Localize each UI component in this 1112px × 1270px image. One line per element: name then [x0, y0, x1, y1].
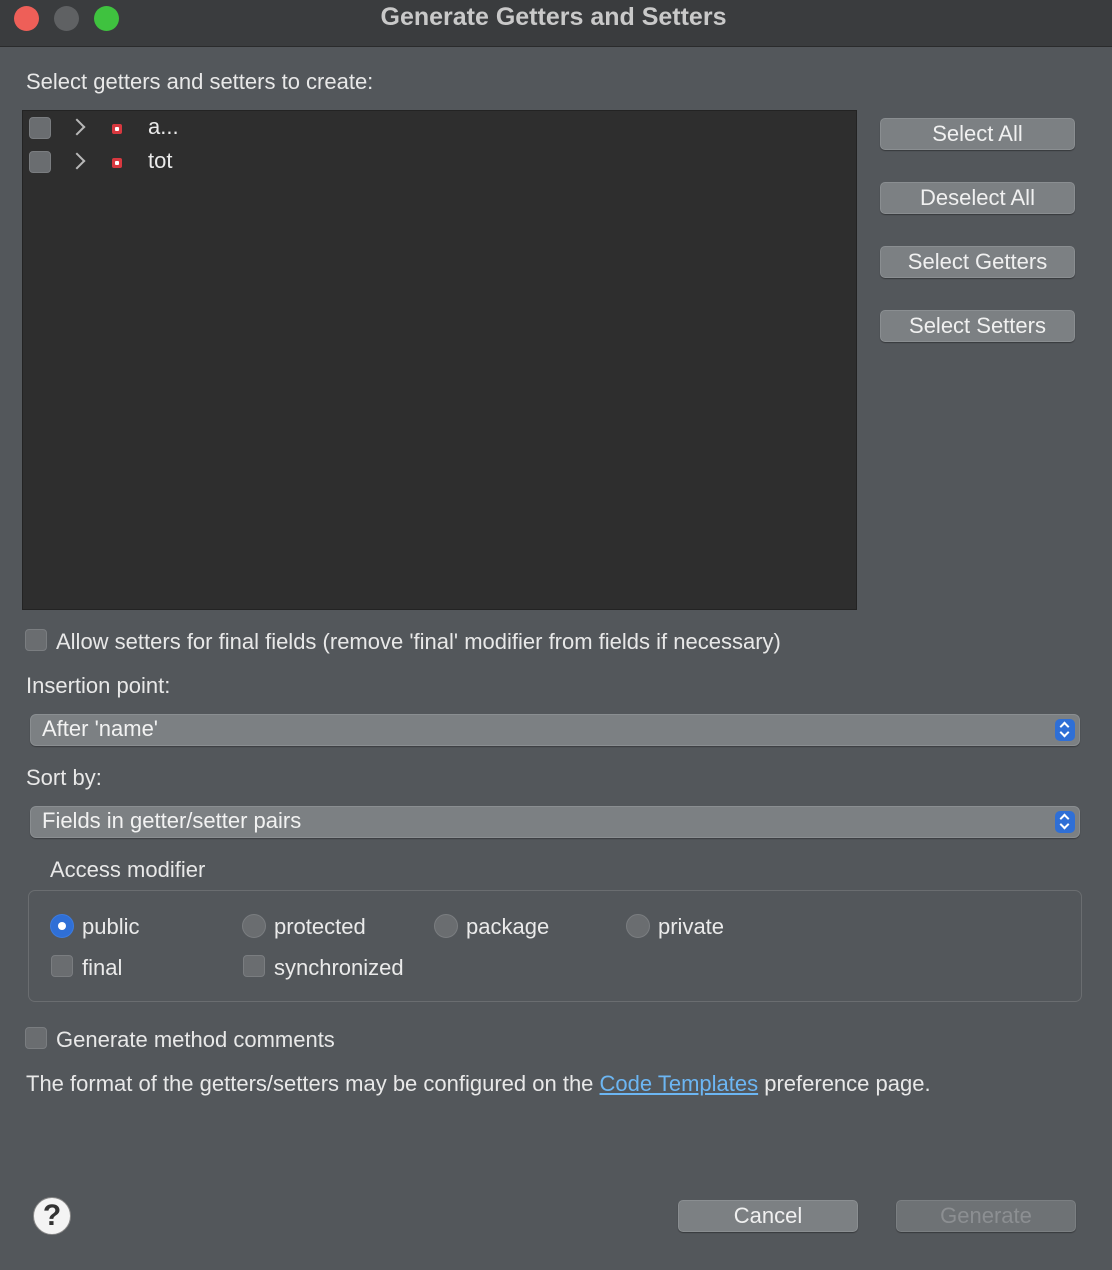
radio-package-label: package [466, 914, 550, 939]
radio-package[interactable] [434, 914, 458, 938]
tree-row[interactable]: tot [23, 146, 856, 178]
chevron-right-icon[interactable] [68, 118, 86, 136]
field-tree[interactable]: a... tot [22, 110, 857, 610]
final-label: final [82, 955, 123, 980]
radio-private-label: private [658, 914, 725, 939]
radio-protected-label: protected [274, 914, 366, 939]
window-title: Generate Getters and Setters [380, 3, 727, 31]
synchronized-checkbox[interactable] [243, 955, 265, 977]
radio-public[interactable] [50, 914, 74, 938]
allow-final-checkbox[interactable] [25, 629, 47, 651]
code-templates-link[interactable]: Code Templates [600, 1071, 759, 1096]
tree-item-label: tot [148, 148, 173, 173]
cancel-button[interactable]: Cancel [678, 1200, 858, 1232]
sort-by-select[interactable]: Fields in getter/setter pairs [30, 806, 1080, 838]
tree-heading: Select getters and setters to create: [26, 69, 374, 94]
updown-arrows-icon [1055, 719, 1075, 741]
tree-item-label: a... [148, 114, 179, 139]
method-comments-checkbox[interactable] [25, 1027, 47, 1049]
synchronized-label: synchronized [274, 955, 404, 980]
title-bar: Generate Getters and Setters [0, 0, 1112, 47]
insertion-point-label: Insertion point: [26, 673, 171, 698]
method-comments-label: Generate method comments [56, 1027, 335, 1052]
chevron-right-icon[interactable] [68, 152, 86, 170]
select-all-button[interactable]: Select All [880, 118, 1075, 150]
sort-by-label: Sort by: [26, 765, 102, 790]
access-modifier-group [28, 890, 1082, 1002]
access-modifier-heading: Access modifier [50, 857, 206, 882]
private-field-icon [112, 158, 122, 168]
insertion-point-select[interactable]: After 'name' [30, 714, 1080, 746]
footer-note-after: preference page. [758, 1071, 931, 1096]
generate-button[interactable]: Generate [896, 1200, 1076, 1232]
radio-public-label: public [82, 914, 140, 939]
allow-final-label: Allow setters for final fields (remove '… [56, 629, 781, 654]
radio-private[interactable] [626, 914, 650, 938]
select-setters-button[interactable]: Select Setters [880, 310, 1075, 342]
updown-arrows-icon [1055, 811, 1075, 833]
tree-row[interactable]: a... [23, 112, 856, 144]
final-checkbox[interactable] [51, 955, 73, 977]
deselect-all-button[interactable]: Deselect All [880, 182, 1075, 214]
radio-protected[interactable] [242, 914, 266, 938]
tree-item-checkbox[interactable] [29, 117, 51, 139]
insertion-point-value: After 'name' [42, 716, 159, 741]
tree-item-checkbox[interactable] [29, 151, 51, 173]
help-icon[interactable]: ? [33, 1197, 71, 1235]
private-field-icon [112, 124, 122, 134]
footer-note-before: The format of the getters/setters may be… [26, 1071, 600, 1096]
footer-note: The format of the getters/setters may be… [26, 1071, 931, 1097]
select-getters-button[interactable]: Select Getters [880, 246, 1075, 278]
sort-by-value: Fields in getter/setter pairs [42, 808, 302, 833]
